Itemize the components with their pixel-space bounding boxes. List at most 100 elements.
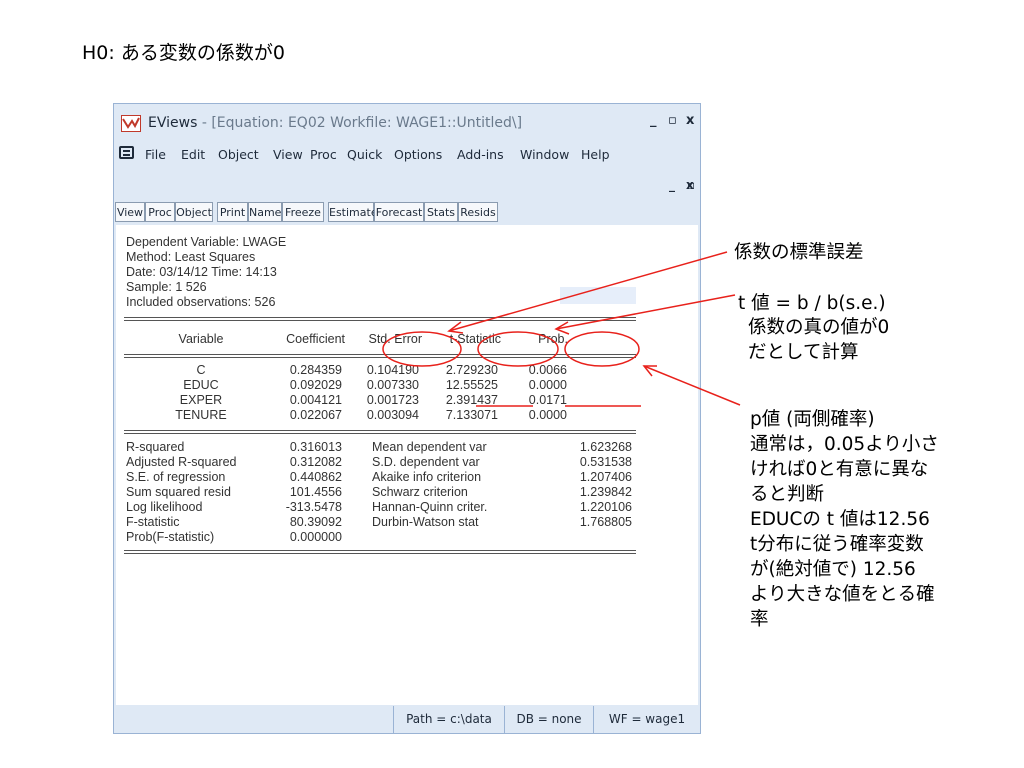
stat-label: Durbin-Watson stat bbox=[372, 515, 479, 529]
status-path: Path = c:\data bbox=[393, 706, 504, 733]
child-minimize-button[interactable]: _ bbox=[669, 178, 675, 192]
stat-label: S.D. dependent var bbox=[372, 455, 480, 469]
equation-output[interactable]: Dependent Variable: LWAGE Method: Least … bbox=[116, 225, 698, 705]
stat-label: Hannan-Quinn criter. bbox=[372, 500, 488, 514]
coef-prob: 0.0171 bbox=[528, 393, 567, 407]
annotation-p-value-line: ると判断 bbox=[750, 484, 825, 505]
annotation-p-value-line: 率 bbox=[750, 609, 769, 630]
toolbar-forecast-button[interactable]: Forecast bbox=[374, 202, 424, 222]
toolbar-proc-button[interactable]: Proc bbox=[145, 202, 175, 222]
stat-label: Sum squared resid bbox=[126, 485, 231, 499]
coef-value: 0.092029 bbox=[289, 378, 342, 392]
coef-std-error: 0.104190 bbox=[366, 363, 419, 377]
menu-quick[interactable]: Quick bbox=[347, 147, 382, 162]
system-menu-icon[interactable] bbox=[119, 146, 134, 159]
stat-value: 0.440862 bbox=[289, 470, 342, 484]
stat-label: Log likelihood bbox=[126, 500, 203, 514]
stat-value: 1.239842 bbox=[579, 485, 632, 499]
menu-add-ins[interactable]: Add-ins bbox=[457, 147, 504, 162]
coef-value: 0.284359 bbox=[289, 363, 342, 377]
table-rule bbox=[124, 357, 636, 358]
eviews-logo-icon bbox=[121, 115, 141, 132]
app-name: EViews bbox=[148, 115, 198, 131]
output-header-line: Dependent Variable: LWAGE bbox=[126, 235, 287, 249]
stat-value: -313.5478 bbox=[285, 500, 342, 514]
stat-value: 1.768805 bbox=[579, 515, 632, 529]
menu-options[interactable]: Options bbox=[394, 147, 442, 162]
stat-value: 1.220106 bbox=[579, 500, 632, 514]
minimize-button[interactable]: _ bbox=[650, 113, 657, 128]
stat-value: 0.316013 bbox=[289, 440, 342, 454]
status-db: DB = none bbox=[504, 706, 593, 733]
coef-t-statistic: 12.55525 bbox=[445, 378, 498, 392]
column-header-t-statistic: t-Statistic bbox=[449, 332, 501, 346]
toolbar-resids-button[interactable]: Resids bbox=[458, 202, 498, 222]
annotation-p-value-line: 通常は，0.05より小さ bbox=[750, 434, 939, 455]
menu-window[interactable]: Window bbox=[520, 147, 569, 162]
table-rule bbox=[124, 320, 636, 321]
title-bar[interactable]: EViews - [Equation: EQ02 Workfile: WAGE1… bbox=[114, 104, 700, 141]
annotation-p-value-line: EDUCの t 値は12.56 bbox=[750, 509, 930, 530]
slide-title: H0: ある変数の係数が0 bbox=[82, 42, 285, 64]
annotation-std-error: 係数の標準誤差 bbox=[734, 242, 864, 263]
stat-label: F-statistic bbox=[126, 515, 180, 529]
table-rule bbox=[124, 354, 636, 355]
maximize-button[interactable]: ▫ bbox=[668, 113, 677, 128]
table-rule bbox=[124, 550, 636, 551]
annotation-p-value-line: p値 (両側確率) bbox=[750, 409, 875, 430]
output-header-line: Included observations: 526 bbox=[126, 295, 276, 309]
annotation-p-value-line: より大きな値をとる確 bbox=[750, 584, 935, 605]
output-header-line: Method: Least Squares bbox=[126, 250, 256, 264]
menu-file[interactable]: File bbox=[145, 147, 166, 162]
menu-bar: File Edit Object View Proc Quick Options… bbox=[114, 142, 700, 166]
annotation-p-value-line: が(絶対値で) 12.56 bbox=[750, 559, 916, 580]
coef-value: 0.022067 bbox=[289, 408, 342, 422]
object-toolbar: View Proc Object Print Name Freeze Estim… bbox=[114, 202, 700, 224]
coef-std-error: 0.007330 bbox=[366, 378, 419, 392]
eviews-window: EViews - [Equation: EQ02 Workfile: WAGE1… bbox=[113, 103, 701, 734]
coef-variable: EDUC bbox=[183, 378, 219, 392]
stat-value: 1.623268 bbox=[579, 440, 632, 454]
window-doc-title: - [Equation: EQ02 Workfile: WAGE1::Untit… bbox=[197, 115, 523, 131]
menu-proc[interactable]: Proc bbox=[310, 147, 337, 162]
close-button[interactable]: x bbox=[686, 113, 694, 128]
table-rule bbox=[124, 317, 636, 318]
coef-variable: EXPER bbox=[179, 393, 223, 407]
stat-value: 80.39092 bbox=[289, 515, 342, 529]
toolbar-name-button[interactable]: Name bbox=[248, 202, 282, 222]
menu-view[interactable]: View bbox=[273, 147, 303, 162]
stat-value: 0.531538 bbox=[579, 455, 632, 469]
annotation-t-value-line: t 値 = b / b(s.e.) bbox=[738, 293, 886, 314]
stat-label: Mean dependent var bbox=[372, 440, 487, 454]
column-header-variable: Variable bbox=[178, 332, 224, 346]
toolbar-print-button[interactable]: Print bbox=[217, 202, 248, 222]
coef-std-error: 0.003094 bbox=[366, 408, 419, 422]
status-wf: WF = wage1 bbox=[593, 706, 700, 733]
coef-t-statistic: 2.391437 bbox=[445, 393, 498, 407]
toolbar-estimate-button[interactable]: Estimate bbox=[328, 202, 378, 222]
toolbar-object-button[interactable]: Object bbox=[175, 202, 213, 222]
annotation-p-value-line: ければ0と有意に異な bbox=[750, 459, 929, 480]
menu-object[interactable]: Object bbox=[218, 147, 259, 162]
menu-help[interactable]: Help bbox=[581, 147, 610, 162]
stat-label: Prob(F-statistic) bbox=[126, 530, 215, 544]
stat-value: 1.207406 bbox=[579, 470, 632, 484]
toolbar-freeze-button[interactable]: Freeze bbox=[282, 202, 324, 222]
child-close-button[interactable]: x bbox=[686, 178, 694, 192]
coef-prob: 0.0000 bbox=[528, 408, 567, 422]
selection-highlight bbox=[560, 287, 636, 304]
coef-prob: 0.0066 bbox=[528, 363, 567, 377]
stat-value: 101.4556 bbox=[289, 485, 342, 499]
stat-label: Schwarz criterion bbox=[372, 485, 468, 499]
menu-edit[interactable]: Edit bbox=[181, 147, 205, 162]
toolbar-view-button[interactable]: View bbox=[115, 202, 145, 222]
status-bar: Path = c:\data DB = none WF = wage1 bbox=[114, 706, 700, 733]
coef-t-statistic: 2.729230 bbox=[445, 363, 498, 377]
table-rule bbox=[124, 430, 636, 431]
coef-std-error: 0.001723 bbox=[366, 393, 419, 407]
output-header-line: Sample: 1 526 bbox=[126, 280, 207, 294]
toolbar-stats-button[interactable]: Stats bbox=[424, 202, 458, 222]
annotation-t-value-line: 係数の真の値が0 bbox=[748, 317, 890, 338]
coef-prob: 0.0000 bbox=[528, 378, 567, 392]
coef-variable: C bbox=[196, 363, 206, 377]
